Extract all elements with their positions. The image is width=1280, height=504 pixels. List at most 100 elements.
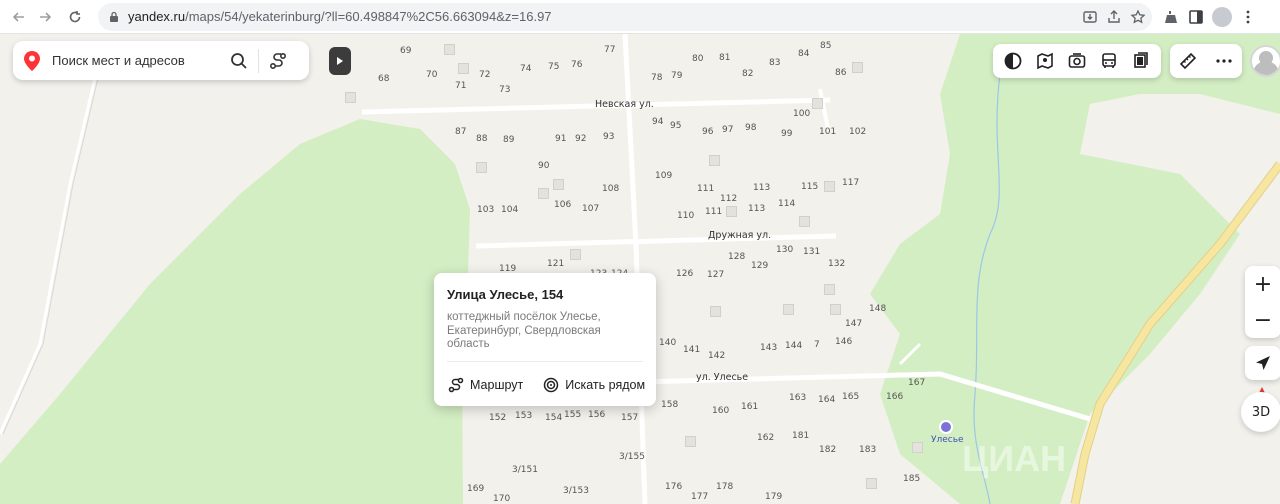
photo-icon[interactable]	[1067, 51, 1087, 71]
zoom-controls: + −	[1245, 266, 1280, 338]
house-number: 112	[720, 194, 738, 204]
search-nearby-button[interactable]: Искать рядом	[543, 377, 645, 393]
route-button[interactable]: Маршрут	[448, 377, 523, 393]
house-number: 3/153	[563, 486, 589, 496]
panorama-icon[interactable]	[1035, 51, 1055, 71]
poi-label[interactable]: Улесье	[931, 435, 964, 445]
house-number: 91	[555, 134, 567, 144]
tools-toolbar	[1170, 44, 1242, 78]
zoom-out-button[interactable]: −	[1245, 302, 1280, 338]
house-number: 86	[835, 68, 847, 78]
card-subtitle: коттеджный посёлок Улесье, Екатеринбург,…	[447, 311, 601, 350]
house-number: 154	[545, 413, 563, 423]
house-number: 129	[751, 261, 769, 271]
building	[852, 62, 863, 73]
house-number: 103	[477, 205, 495, 215]
extension-icon[interactable]	[1164, 9, 1180, 25]
house-number: 140	[659, 338, 677, 348]
building	[538, 188, 549, 199]
profile-icon[interactable]	[1212, 6, 1232, 27]
house-number: 146	[835, 337, 853, 347]
house-number: 143	[760, 343, 778, 353]
url-domain: yandex.ru	[128, 9, 186, 24]
house-number: 104	[501, 205, 519, 215]
house-number: 83	[769, 58, 781, 68]
house-number: 177	[691, 492, 709, 502]
user-avatar[interactable]	[1250, 45, 1280, 77]
house-number: 121	[547, 259, 565, 269]
house-number: 73	[499, 85, 511, 95]
building	[866, 478, 877, 489]
house-number: 111	[705, 207, 723, 217]
zoom-in-button[interactable]: +	[1245, 266, 1280, 302]
house-number: 102	[849, 127, 867, 137]
building	[812, 98, 823, 109]
house-number: 72	[479, 70, 491, 80]
building	[912, 442, 923, 453]
search-box	[13, 41, 309, 80]
search-icon[interactable]	[230, 52, 248, 70]
house-number: 115	[801, 182, 819, 192]
house-number: 156	[588, 410, 606, 420]
share-icon[interactable]	[1106, 9, 1122, 25]
house-number: 69	[400, 46, 412, 56]
house-number: 3/155	[619, 452, 645, 462]
back-button[interactable]	[6, 4, 32, 30]
panel-toggle-button[interactable]	[329, 47, 351, 75]
install-icon[interactable]	[1082, 9, 1098, 25]
house-number: 152	[489, 413, 507, 423]
ruler-icon[interactable]	[1179, 52, 1197, 70]
reload-button[interactable]	[62, 4, 88, 30]
house-number: 90	[538, 161, 550, 171]
house-number: 100	[793, 109, 811, 119]
house-number: 153	[515, 411, 533, 421]
side-panel-icon[interactable]	[1188, 9, 1204, 25]
street-label-ulesye: ул. Улесье	[696, 372, 749, 383]
more-dots-icon[interactable]	[1215, 52, 1233, 70]
house-number: 181	[792, 431, 810, 441]
search-input[interactable]	[52, 53, 222, 68]
house-number: 71	[455, 81, 467, 91]
house-number: 79	[671, 71, 683, 81]
house-number: 113	[748, 204, 766, 214]
house-number: 158	[661, 400, 679, 410]
url-path: /maps/54/yekaterinburg/?ll=60.498847%2C5…	[185, 9, 552, 24]
house-number: 109	[655, 171, 673, 181]
building	[824, 181, 835, 192]
house-number: 107	[582, 204, 600, 214]
house-number: 114	[778, 199, 796, 209]
route-icon[interactable]	[269, 52, 287, 70]
menu-dots-icon[interactable]	[1240, 9, 1256, 25]
house-number: 87	[455, 127, 467, 137]
house-number: 126	[676, 269, 694, 279]
house-number: 68	[378, 74, 390, 84]
building	[476, 162, 487, 173]
building	[824, 284, 835, 295]
geolocation-button[interactable]	[1245, 346, 1280, 380]
card-divider	[447, 361, 643, 362]
map-canvas[interactable]: Невская ул. Дружная ул. ул. Улесье 69 68…	[0, 34, 1280, 504]
house-number: 108	[602, 184, 620, 194]
house-number: 80	[692, 54, 704, 64]
house-number: 111	[697, 184, 715, 194]
address-bar[interactable]: yandex.ru/maps/54/yekaterinburg/?ll=60.4…	[98, 2, 1152, 31]
toggle-3d-button[interactable]: 3D	[1241, 392, 1280, 432]
layers-icon[interactable]	[1131, 51, 1151, 71]
house-number: 163	[789, 393, 807, 403]
house-number: 160	[712, 406, 730, 416]
house-number: 144	[785, 341, 803, 351]
arrow-right-icon	[40, 11, 52, 22]
house-number: 85	[820, 41, 832, 51]
transit-icon[interactable]	[1099, 51, 1119, 71]
house-number: 93	[603, 132, 615, 142]
address-info-card: Улица Улесье, 154 коттеджный посёлок Уле…	[434, 273, 656, 406]
forward-button[interactable]	[32, 4, 58, 30]
traffic-icon[interactable]	[1003, 51, 1023, 71]
building	[345, 92, 356, 103]
building	[685, 436, 696, 447]
building	[458, 63, 469, 74]
house-number: 127	[707, 270, 725, 280]
star-icon[interactable]	[1130, 8, 1146, 25]
house-number: 157	[621, 413, 639, 423]
poi-marker-icon[interactable]	[939, 420, 953, 434]
